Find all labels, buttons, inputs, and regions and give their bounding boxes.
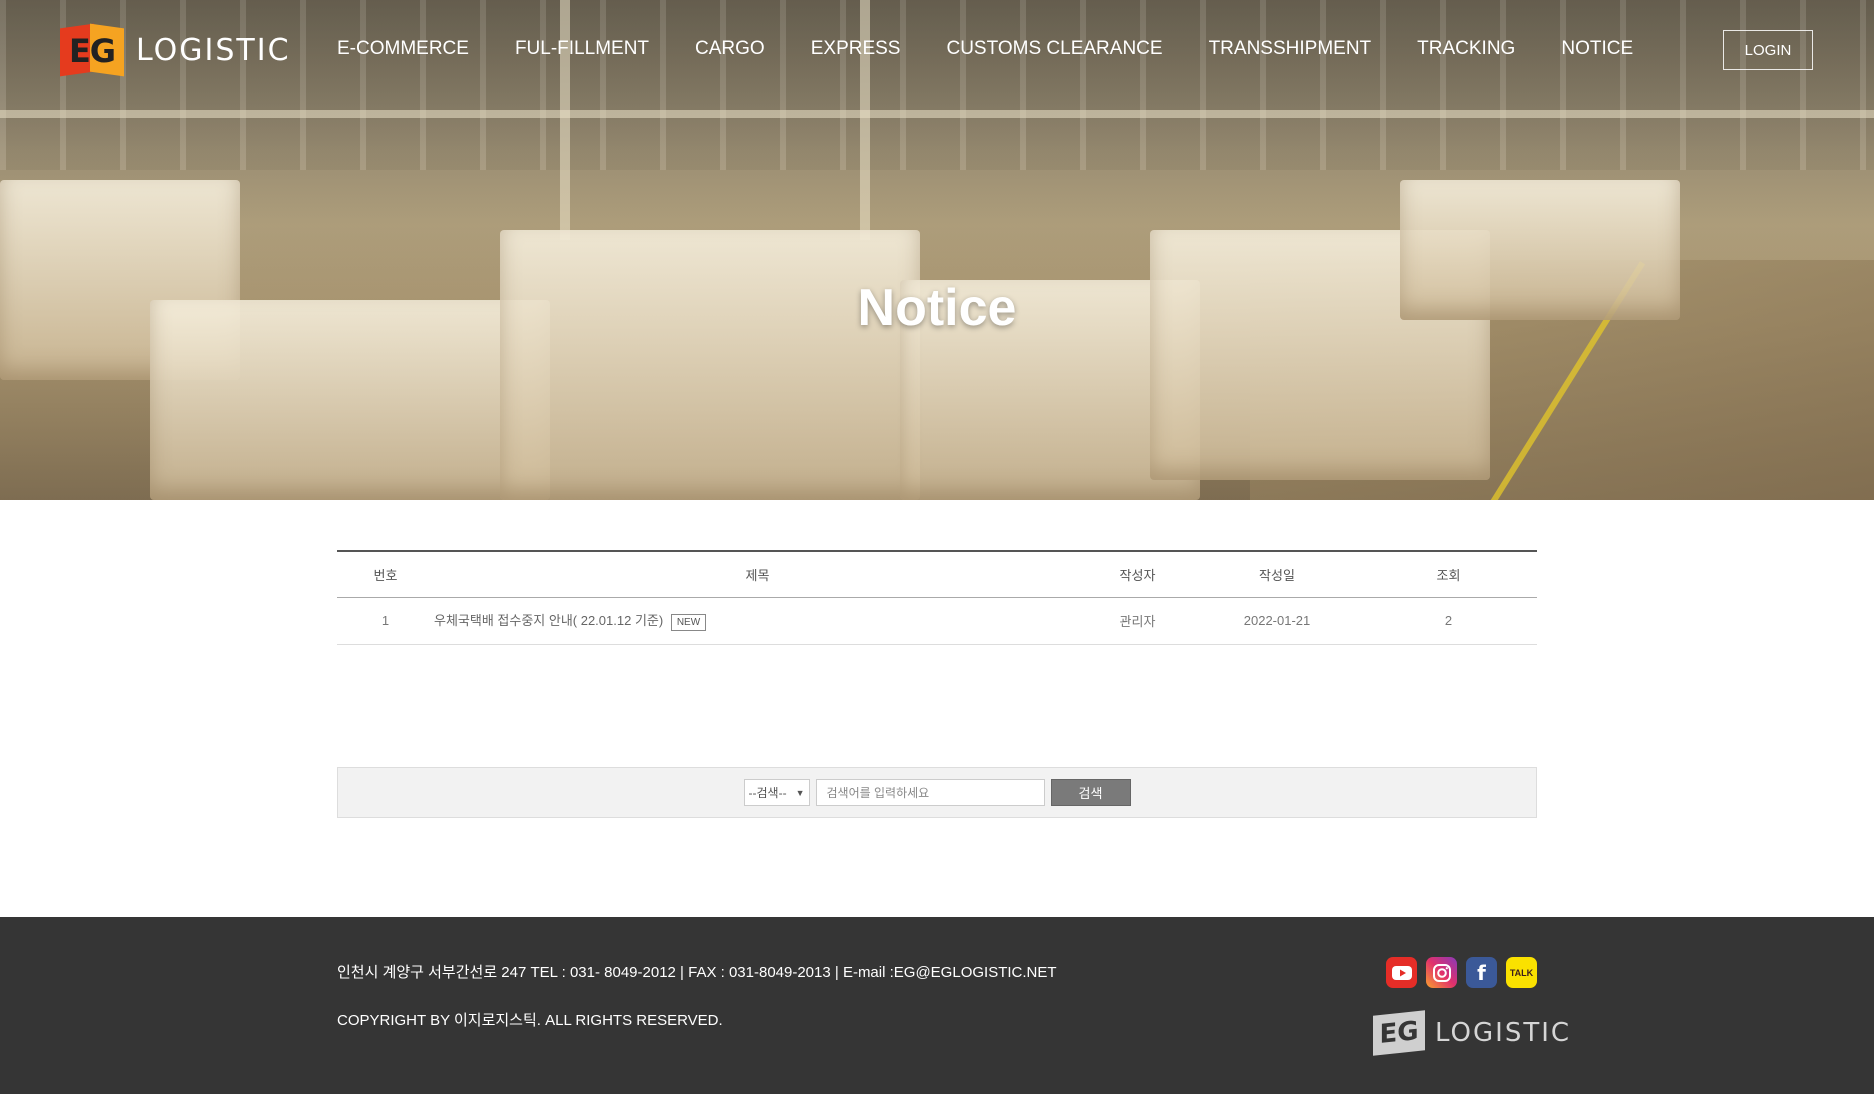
nav-item-cargo[interactable]: CARGO xyxy=(695,38,765,60)
search-bar: --검색-- ▼ 검색어를 입력하세요 검색 xyxy=(337,767,1537,818)
main-nav: E-COMMERCE FUL-FILLMENT CARGO EXPRESS CU… xyxy=(337,38,1679,60)
new-badge: NEW xyxy=(670,613,707,631)
column-header-number: 번호 xyxy=(373,567,398,583)
nav-item-tracking[interactable]: TRACKING xyxy=(1417,38,1515,60)
nav-item-notice[interactable]: NOTICE xyxy=(1561,38,1633,60)
logo-mark: EG xyxy=(60,23,124,77)
column-header-author: 작성자 xyxy=(1119,567,1156,583)
nav-item-fulfillment[interactable]: FUL-FILLMENT xyxy=(515,38,649,60)
search-select-value: --검색-- xyxy=(748,786,787,800)
footer-copyright: COPYRIGHT BY 이지로지스틱. ALL RIGHTS RESERVED… xyxy=(337,1012,723,1029)
social-links: f TALK xyxy=(1386,957,1537,988)
page-title: Notice xyxy=(857,279,1017,337)
row-number: 1 xyxy=(381,613,390,628)
column-header-views: 조회 xyxy=(1436,567,1461,583)
table-header-row: 번호 제목 작성자 작성일 조회 xyxy=(337,551,1537,597)
nav-item-express[interactable]: EXPRESS xyxy=(811,38,901,60)
hero-pallet xyxy=(500,230,920,500)
nav-item-customs-clearance[interactable]: CUSTOMS CLEARANCE xyxy=(946,38,1162,60)
instagram-icon[interactable] xyxy=(1426,957,1457,988)
kakaotalk-label: TALK xyxy=(1509,967,1534,978)
facebook-icon[interactable]: f xyxy=(1466,957,1497,988)
notice-table: 번호 제목 작성자 작성일 조회 1 우체국택배 접수중지 안내( 22.01.… xyxy=(337,550,1537,645)
site-header: EG LOGISTIC E-COMMERCE FUL-FILLMENT CARG… xyxy=(0,0,1874,100)
footer-logo: EG LOGISTIC xyxy=(1373,1010,1572,1056)
kakaotalk-icon[interactable]: TALK xyxy=(1506,957,1537,988)
column-header-date: 작성일 xyxy=(1259,567,1295,583)
row-author: 관리자 xyxy=(1119,614,1156,629)
column-header-title: 제목 xyxy=(745,567,770,583)
site-logo[interactable]: EG LOGISTIC xyxy=(60,23,291,77)
login-button[interactable]: LOGIN xyxy=(1723,30,1813,70)
row-date: 2022-01-21 xyxy=(1243,613,1311,628)
table-row: 1 우체국택배 접수중지 안내( 22.01.12 기준) NEW 관리자 20… xyxy=(337,597,1537,644)
search-field-select[interactable]: --검색-- ▼ xyxy=(743,779,810,806)
row-title-link[interactable]: 우체국택배 접수중지 안내( 22.01.12 기준) xyxy=(434,613,663,628)
youtube-icon[interactable] xyxy=(1386,957,1417,988)
footer-address: 인천시 계양구 서부간선로 247 TEL : 031- 8049-2012 |… xyxy=(337,964,1057,981)
row-views: 2 xyxy=(1444,613,1453,628)
nav-item-e-commerce[interactable]: E-COMMERCE xyxy=(337,38,469,60)
search-button[interactable]: 검색 xyxy=(1050,779,1131,806)
chevron-down-icon: ▼ xyxy=(795,787,805,798)
search-input[interactable]: 검색어를 입력하세요 xyxy=(815,779,1045,806)
hero-beam xyxy=(0,110,1874,118)
nav-item-transshipment[interactable]: TRANSSHIPMENT xyxy=(1209,38,1372,60)
row-title-cell: 우체국택배 접수중지 안내( 22.01.12 기준) NEW xyxy=(434,597,1081,644)
site-footer: 인천시 계양구 서부간선로 247 TEL : 031- 8049-2012 |… xyxy=(0,917,1874,1094)
footer-logo-mark: EG xyxy=(1373,1010,1425,1056)
logo-text: LOGISTIC xyxy=(136,32,291,68)
footer-logo-text: LOGISTIC xyxy=(1435,1018,1572,1048)
notice-board: 번호 제목 작성자 작성일 조회 1 우체국택배 접수중지 안내( 22.01.… xyxy=(337,550,1537,645)
